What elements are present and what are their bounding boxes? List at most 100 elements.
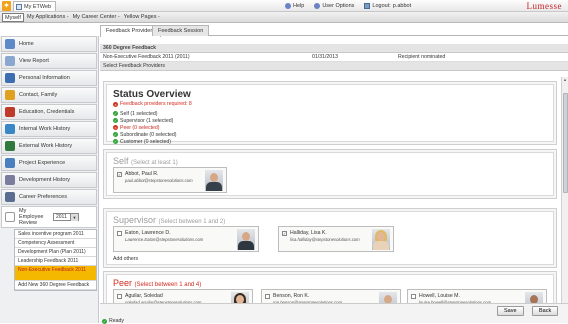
- ready-label: Ready: [109, 318, 124, 324]
- supervisor-group-title: Supervisor (Select between 1 and 2): [107, 212, 553, 225]
- help-icon: [285, 3, 291, 9]
- back-button[interactable]: Back: [532, 306, 559, 316]
- person-photo: [372, 229, 390, 250]
- nav-bar: Myself My Applications - My Career Cente…: [0, 12, 568, 23]
- username: p.abbot: [392, 3, 412, 9]
- nav-menu: My Applications - My Career Center - Yel…: [27, 12, 160, 23]
- self-group-card: Self (Select at least 1) ✓ Abbot, Paul R…: [103, 149, 557, 199]
- add-others-link[interactable]: Add others: [113, 256, 138, 262]
- person-name: Howell, Louise M.: [419, 293, 460, 299]
- person-email: lisa.halliday@stepstonesolutions.com: [290, 237, 360, 242]
- logout-link[interactable]: Logout: p.abbot: [364, 3, 411, 9]
- sidebar-item-project-experience[interactable]: Project Experience: [1, 155, 97, 171]
- user-options-label: User Options: [322, 3, 355, 9]
- status-item-label: Supervisor (1 selected): [120, 117, 174, 124]
- status-list: ✓ Self (1 selected) ✓ Supervisor (1 selecte…: [107, 107, 553, 145]
- review-subitem[interactable]: Add New 360 Degree Feedback: [15, 281, 96, 290]
- sidebar-item-label: Contact, Family: [19, 92, 58, 98]
- internal-history-icon: [5, 124, 15, 134]
- app-tab-label: My ETWeb: [24, 4, 52, 10]
- personal-info-icon: [5, 73, 15, 83]
- education-icon: [5, 107, 15, 117]
- status-item-label: Peer (0 selected): [120, 124, 160, 131]
- person-email: paul.abbot@stepstonesolutions.com: [125, 178, 193, 183]
- status-item-label: Subordinate (0 selected): [120, 131, 177, 138]
- sidebar-item-personal-information[interactable]: Personal Information: [1, 70, 97, 86]
- app-tab[interactable]: My ETWeb: [13, 1, 57, 11]
- status-item: × Peer (0 selected): [113, 124, 553, 131]
- checkbox-self[interactable]: ✓: [117, 172, 122, 177]
- checkbox-benson[interactable]: [265, 294, 270, 299]
- checkbox-eaton[interactable]: [117, 231, 122, 236]
- home-icon: [5, 39, 15, 49]
- sidebar: Home View Report Personal Information Conta…: [0, 36, 99, 323]
- sidebar-item-home[interactable]: Home: [1, 36, 97, 52]
- help-link[interactable]: Help: [285, 3, 304, 9]
- supervisor-title: Supervisor: [113, 215, 157, 225]
- sidebar-item-development-history[interactable]: Development History: [1, 172, 97, 188]
- sidebar-item-career-preferences[interactable]: Career Preferences: [1, 189, 97, 205]
- nav-my-applications[interactable]: My Applications -: [27, 12, 69, 23]
- review-subitem[interactable]: Non-Executive Feedback 2011: [15, 266, 96, 281]
- scroll-thumb[interactable]: [563, 93, 568, 193]
- project-icon: [5, 158, 15, 168]
- required-notice: × Feedback providers required: 8: [107, 100, 553, 107]
- sidebar-item-employee-review[interactable]: My Employee Review 2011: [1, 206, 97, 228]
- status-item: ✓ Subordinate (0 selected): [113, 131, 553, 138]
- year-select[interactable]: 2011: [53, 213, 79, 221]
- peer-group-title: Peer (Select between 1 and 4): [107, 275, 553, 288]
- logout-icon: [364, 3, 371, 9]
- sidebar-item-label: Internal Work History: [19, 126, 71, 132]
- sidebar-item-contact-family[interactable]: Contact, Family: [1, 87, 97, 103]
- sidebar-item-label: Development History: [19, 177, 71, 183]
- review-subitem[interactable]: Competency Assessment: [15, 239, 96, 248]
- checkbox-halliday[interactable]: ✓: [282, 231, 287, 236]
- review-subitem[interactable]: Sales incentive program 2011: [15, 230, 96, 239]
- review-subitem[interactable]: Development Plan (Plan 2011): [15, 248, 96, 257]
- person-photo: [237, 229, 255, 250]
- person-card-halliday[interactable]: ✓ Halliday, Lisa K. lisa.halliday@stepst…: [278, 226, 394, 252]
- year-select-value: 2011: [56, 214, 67, 220]
- nav-yellow-pages[interactable]: Yellow Pages -: [124, 12, 160, 23]
- status-item: ✓ Supervisor (1 selected): [113, 117, 553, 124]
- peer-title: Peer: [113, 278, 133, 288]
- vertical-scrollbar[interactable]: ▲ ▼: [561, 77, 568, 323]
- checkbox-aguilar[interactable]: [117, 294, 122, 299]
- check-icon: ✓: [113, 132, 118, 137]
- person-card-eaton[interactable]: Eaton, Lawrence D. Lawrence.Eaton@stepst…: [113, 226, 259, 252]
- sidebar-item-view-report[interactable]: View Report: [1, 53, 97, 69]
- person-name: Aguilar, Soledad: [125, 293, 163, 299]
- sidebar-item-education-credentials[interactable]: Education, Credentials: [1, 104, 97, 120]
- development-icon: [5, 175, 15, 185]
- sidebar-item-label: Personal Information: [19, 75, 70, 81]
- app-icon: [16, 4, 22, 10]
- tab-bar: Feedback Providers Feedback Session: [100, 23, 568, 37]
- person-name: Abbot, Paul R.: [125, 171, 159, 177]
- myself-button[interactable]: Myself: [2, 13, 24, 22]
- checkbox-howell[interactable]: [411, 294, 416, 299]
- user-options-link[interactable]: User Options: [314, 3, 354, 9]
- sidebar-item-internal-work-history[interactable]: Internal Work History: [1, 121, 97, 137]
- review-subitem[interactable]: Leadership Feedback 2011: [15, 257, 96, 266]
- career-icon: [5, 192, 15, 202]
- person-card-self[interactable]: ✓ Abbot, Paul R. paul.abbot@stepstonesol…: [113, 167, 227, 193]
- feedback-name: Non-Executive Feedback 2011 (2011): [103, 54, 190, 60]
- sidebar-item-external-work-history[interactable]: External Work History: [1, 138, 97, 154]
- star-logo-icon: ✦: [2, 1, 11, 11]
- nav-my-career-center[interactable]: My Career Center -: [73, 12, 120, 23]
- select-providers-header: Select Feedback Providers: [100, 62, 568, 71]
- scroll-up-icon[interactable]: ▲: [562, 77, 568, 83]
- peer-rule: (Select between 1 and 4): [134, 282, 202, 288]
- main-content: Feedback Providers Feedback Session 360 …: [100, 23, 568, 323]
- check-icon: ✓: [113, 139, 118, 144]
- person-name: Eaton, Lawrence D.: [125, 230, 171, 236]
- report-icon: [5, 56, 15, 66]
- self-title: Self: [113, 156, 129, 166]
- supervisor-rule: (Select between 1 and 2): [158, 219, 226, 225]
- save-button[interactable]: Save: [497, 306, 524, 316]
- tab-feedback-session[interactable]: Feedback Session: [152, 25, 210, 36]
- self-group-title: Self (Select at least 1): [107, 153, 553, 166]
- self-rule: (Select at least 1): [131, 160, 178, 166]
- feedback-status: Recipient nominated: [398, 54, 446, 60]
- check-icon: ✓: [113, 111, 118, 116]
